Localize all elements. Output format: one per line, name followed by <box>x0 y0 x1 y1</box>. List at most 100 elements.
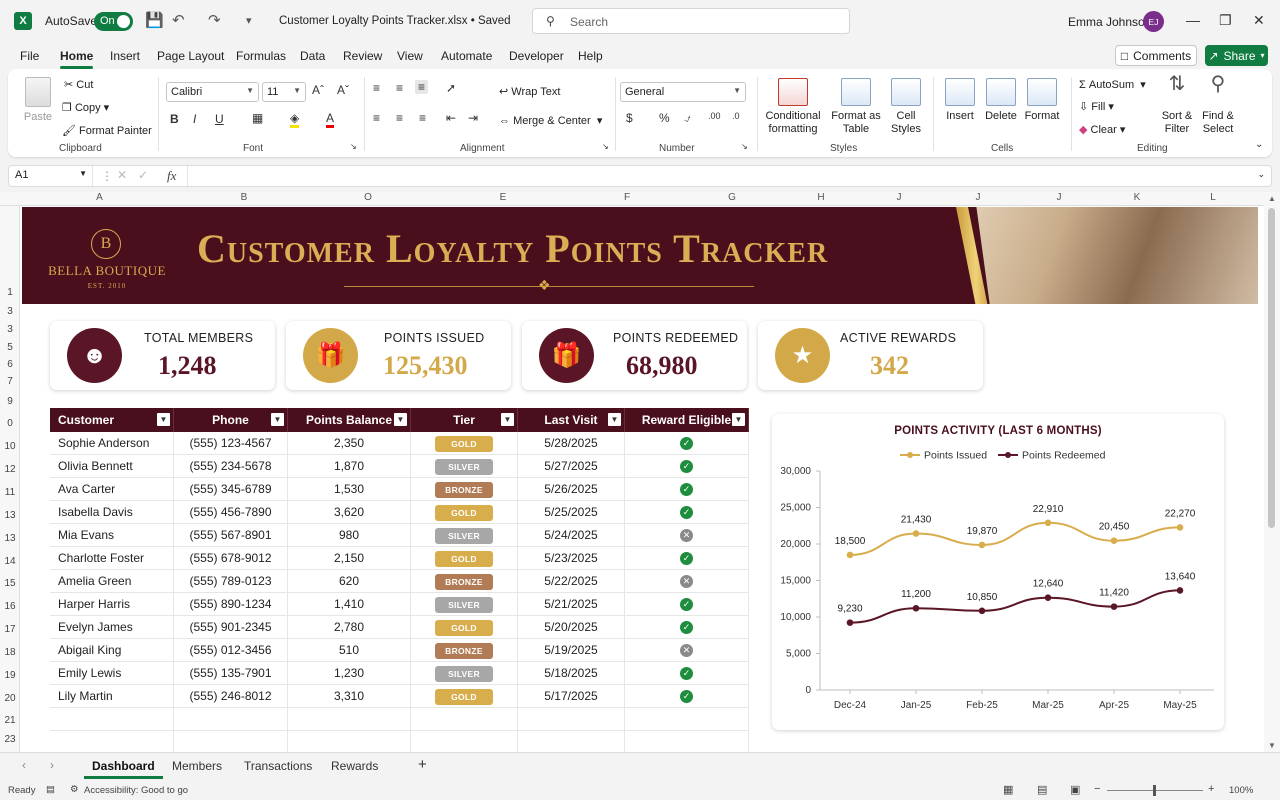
reward-eligible-cell[interactable]: ✓ <box>625 547 749 570</box>
name-box[interactable]: A1 ▼ <box>9 166 93 186</box>
empty-cell[interactable] <box>411 708 518 731</box>
row-header[interactable]: 6 <box>0 359 20 370</box>
align-bottom-icon[interactable]: ≡ <box>415 80 429 94</box>
scroll-thumb[interactable] <box>1268 208 1275 528</box>
table-row[interactable]: Ava Carter (555) 345-6789 1,530 BRONZE 5/26/… <box>50 478 749 501</box>
phone-cell[interactable]: (555) 123-4567 <box>174 432 288 455</box>
row-header[interactable]: 20 <box>0 693 20 704</box>
column-header-tier[interactable]: Tier ▼ <box>411 408 518 432</box>
comma-style-icon[interactable]: ⍻ <box>684 111 691 126</box>
tab-file[interactable]: File <box>20 49 39 63</box>
page-break-view-icon[interactable]: ▣ <box>1070 783 1080 796</box>
last-visit-cell[interactable]: 5/20/2025 <box>518 616 625 639</box>
customer-cell[interactable]: Sophie Anderson <box>50 432 174 455</box>
tier-cell[interactable]: SILVER <box>411 593 518 616</box>
table-row[interactable]: Mia Evans (555) 567-8901 980 SILVER 5/24/202… <box>50 524 749 547</box>
number-format-select[interactable]: General ▼ <box>620 82 746 102</box>
column-header[interactable]: G <box>673 192 791 206</box>
sheet-tab-transactions[interactable]: Transactions <box>244 759 312 773</box>
empty-cell[interactable] <box>518 708 625 731</box>
close-icon[interactable]: ✕ <box>1253 12 1265 29</box>
column-header[interactable]: O <box>311 192 425 206</box>
phone-cell[interactable]: (555) 890-1234 <box>174 593 288 616</box>
redo-icon[interactable]: ↷ <box>208 11 221 29</box>
last-visit-cell[interactable]: 5/18/2025 <box>518 662 625 685</box>
points-balance-cell[interactable]: 3,620 <box>288 501 411 524</box>
customer-cell[interactable]: Lily Martin <box>50 685 174 708</box>
customer-cell[interactable]: Ava Carter <box>50 478 174 501</box>
empty-cell[interactable] <box>288 731 411 754</box>
accessibility-icon[interactable]: ⚙ <box>70 784 79 795</box>
filter-dropdown-icon[interactable]: ▼ <box>732 413 745 426</box>
search-box[interactable]: ⚲ Search <box>532 8 850 34</box>
row-header[interactable]: 9 <box>0 396 20 407</box>
last-visit-cell[interactable]: 5/24/2025 <box>518 524 625 547</box>
customize-toolbar-icon[interactable]: ▾ <box>246 14 252 27</box>
reward-eligible-cell[interactable]: ✕ <box>625 639 749 662</box>
save-icon[interactable]: 💾 <box>145 11 164 29</box>
autosum-button[interactable]: Σ AutoSum ▾ <box>1079 78 1146 91</box>
reward-eligible-cell[interactable]: ✓ <box>625 616 749 639</box>
customer-cell[interactable]: Isabella Davis <box>50 501 174 524</box>
customer-cell[interactable]: Emily Lewis <box>50 662 174 685</box>
reward-eligible-cell[interactable]: ✓ <box>625 662 749 685</box>
points-balance-cell[interactable]: 2,350 <box>288 432 411 455</box>
column-header[interactable]: A <box>22 192 177 206</box>
customer-cell[interactable]: Amelia Green <box>50 570 174 593</box>
empty-cell[interactable] <box>625 731 749 754</box>
points-balance-cell[interactable]: 2,150 <box>288 547 411 570</box>
customer-cell[interactable]: Mia Evans <box>50 524 174 547</box>
row-header[interactable]: 15 <box>0 578 20 589</box>
table-row[interactable]: Isabella Davis (555) 456-7890 3,620 GOLD 5/2… <box>50 501 749 524</box>
phone-cell[interactable]: (555) 901-2345 <box>174 616 288 639</box>
merge-center-button[interactable]: ⇔ Merge & Center ▾ <box>499 114 602 127</box>
font-family-select[interactable]: Calibri ▼ <box>166 82 259 102</box>
row-header[interactable]: 1 <box>0 287 20 298</box>
customer-cell[interactable]: Evelyn James <box>50 616 174 639</box>
restore-icon[interactable]: ❐ <box>1219 12 1232 29</box>
cancel-icon[interactable]: ✕ <box>117 168 127 182</box>
column-header[interactable]: K <box>1109 192 1165 206</box>
minimize-icon[interactable]: — <box>1186 12 1200 28</box>
wrap-text-button[interactable]: ↩ Wrap Text <box>499 85 560 98</box>
phone-cell[interactable]: (555) 012-3456 <box>174 639 288 662</box>
alignment-dialog-launcher-icon[interactable]: ↘ <box>602 142 609 151</box>
find-select-button[interactable]: ⚲ Find & Select <box>1200 74 1236 136</box>
align-center-icon[interactable]: ≡ <box>396 111 403 125</box>
reward-eligible-cell[interactable]: ✓ <box>625 685 749 708</box>
row-header[interactable]: 18 <box>0 647 20 658</box>
points-balance-cell[interactable]: 2,780 <box>288 616 411 639</box>
last-visit-cell[interactable]: 5/26/2025 <box>518 478 625 501</box>
row-header[interactable]: 5 <box>0 342 20 353</box>
sheet-tab-rewards[interactable]: Rewards <box>331 759 378 773</box>
share-button[interactable]: ↗ Share ▾ <box>1205 45 1268 66</box>
reward-eligible-cell[interactable]: ✓ <box>625 501 749 524</box>
autosave-toggle[interactable]: On <box>94 12 133 31</box>
empty-cell[interactable] <box>50 708 174 731</box>
function-icon[interactable]: fx <box>167 168 176 184</box>
comments-button[interactable]: □ Comments <box>1115 45 1197 66</box>
points-balance-cell[interactable]: 510 <box>288 639 411 662</box>
empty-cell[interactable] <box>625 708 749 731</box>
column-header[interactable]: J <box>947 192 1009 206</box>
column-header[interactable]: J <box>1009 192 1109 206</box>
empty-row[interactable] <box>50 708 749 731</box>
tier-cell[interactable]: GOLD <box>411 501 518 524</box>
sheet-tab-dashboard[interactable]: Dashboard <box>84 759 163 779</box>
row-header[interactable]: 16 <box>0 601 20 612</box>
align-right-icon[interactable]: ≡ <box>419 111 426 125</box>
copy-button[interactable]: ❐ Copy ▾ <box>62 101 109 114</box>
increase-decimal-icon[interactable]: .00 <box>708 111 721 121</box>
tab-review[interactable]: Review <box>343 49 382 63</box>
last-visit-cell[interactable]: 5/27/2025 <box>518 455 625 478</box>
phone-cell[interactable]: (555) 456-7890 <box>174 501 288 524</box>
number-dialog-launcher-icon[interactable]: ↘ <box>741 142 748 151</box>
currency-icon[interactable]: $ <box>626 111 633 125</box>
table-row[interactable]: Amelia Green (555) 789-0123 620 BRONZE 5/22/… <box>50 570 749 593</box>
borders-icon[interactable]: ▦ <box>252 111 263 125</box>
tier-cell[interactable]: BRONZE <box>411 478 518 501</box>
accessibility-status[interactable]: Accessibility: Good to go <box>84 785 188 796</box>
points-balance-cell[interactable]: 1,530 <box>288 478 411 501</box>
phone-cell[interactable]: (555) 135-7901 <box>174 662 288 685</box>
column-header[interactable]: J <box>851 192 947 206</box>
